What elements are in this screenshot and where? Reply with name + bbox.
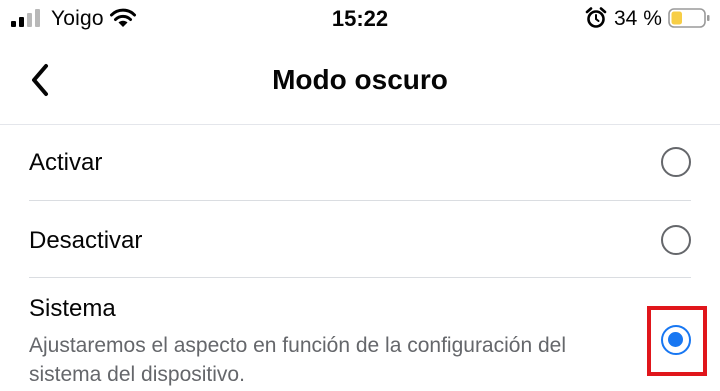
option-description: Ajustaremos el aspecto en función de la … (29, 334, 566, 386)
option-label: Activar (29, 149, 103, 176)
status-bar: Yoigo 15:22 34 % (0, 0, 720, 40)
option-activar[interactable]: Activar (0, 125, 720, 201)
header: Modo oscuro (0, 40, 720, 125)
radio-button-activar[interactable] (661, 147, 691, 177)
radio-button-desactivar[interactable] (661, 225, 691, 255)
option-desactivar[interactable]: Desactivar (0, 201, 720, 278)
alarm-icon (585, 7, 607, 28)
status-time: 15:22 (331, 6, 389, 31)
option-sistema[interactable]: Sistema Ajustaremos el aspecto en funció… (0, 278, 720, 391)
highlight-box (647, 306, 707, 376)
battery-percent: 34 % (614, 7, 662, 30)
page-title: Modo oscuro (272, 64, 448, 95)
option-label: Desactivar (29, 227, 143, 254)
option-label: Sistema (29, 295, 116, 322)
battery-icon (668, 8, 710, 28)
